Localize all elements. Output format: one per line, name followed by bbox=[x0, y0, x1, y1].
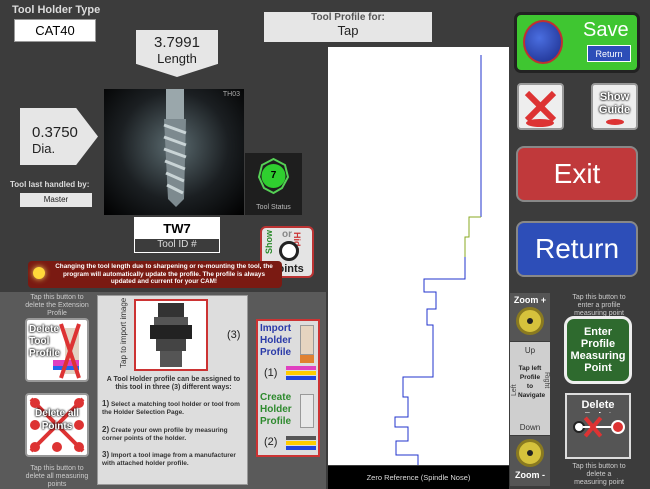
zoom-out-button[interactable]: Zoom - bbox=[510, 436, 550, 486]
create-holder-swatch bbox=[300, 394, 314, 428]
zero-reference-bar: Zero Reference (Spindle Nose) bbox=[328, 466, 509, 489]
tool-image[interactable]: TH03 bbox=[104, 89, 244, 215]
step-number: 2) bbox=[102, 425, 110, 434]
holder-stack-icon bbox=[286, 371, 316, 375]
holder-intro-text: A Tool Holder profile can be assigned to… bbox=[106, 376, 241, 391]
holder-stack-icon bbox=[286, 366, 316, 370]
return-button[interactable]: Return bbox=[516, 221, 638, 277]
zoom-in-button[interactable]: Zoom + bbox=[510, 293, 550, 341]
show-label: Show bbox=[264, 230, 274, 254]
save-button[interactable]: Save Return bbox=[514, 12, 640, 73]
holder-step-3: 3) Import a tool image from a manufactur… bbox=[102, 451, 245, 468]
zoom-in-icon bbox=[516, 307, 544, 335]
tap-tool-graphic bbox=[163, 89, 187, 207]
import-holder-number: (1) bbox=[264, 367, 278, 379]
diameter-value: 0.3750 bbox=[32, 124, 78, 141]
delete-all-points-hint: Tap this button to delete all measuring … bbox=[25, 465, 89, 488]
delete-point-top-label: Delete Point bbox=[581, 399, 615, 413]
holder-profile-swatch bbox=[300, 325, 314, 355]
show-guide-button[interactable]: Show Guide bbox=[591, 83, 638, 130]
navigation-pad[interactable]: Up Left Right Tap left Profile to Naviga… bbox=[510, 342, 550, 435]
length-label: Length bbox=[157, 51, 197, 66]
nav-center-label: Tap left Profile to Navigate bbox=[518, 365, 546, 399]
step-text: Create your own profile by measuring cor… bbox=[102, 427, 228, 442]
holder-image-button[interactable] bbox=[134, 299, 208, 371]
step-text: Import a tool image from a manufacturer … bbox=[102, 452, 236, 467]
delete-profile-hint: Tap this button to delete the Extension … bbox=[25, 294, 89, 317]
last-handled-heading: Tool last handled by: bbox=[10, 180, 90, 189]
option-number-3: (3) bbox=[227, 329, 241, 341]
show-guide-label: Show Guide bbox=[598, 91, 631, 116]
tool-status-label: Tool Status bbox=[256, 204, 291, 211]
holder-step-2: 2) Create your own profile by measuring … bbox=[102, 426, 245, 443]
or-label: or bbox=[282, 229, 292, 240]
tool-holder-heading: Tool Holder Type bbox=[12, 4, 101, 16]
step-text: Select a matching tool holder or tool fr… bbox=[102, 401, 240, 416]
profile-canvas[interactable] bbox=[328, 47, 509, 465]
tool-holder-value[interactable]: CAT40 bbox=[14, 19, 96, 42]
guide-icon bbox=[606, 119, 624, 125]
holder-step-1: 1) Select a matching tool holder or tool… bbox=[102, 400, 245, 417]
zoom-out-label: Zoom - bbox=[515, 470, 545, 480]
exit-button[interactable]: Exit bbox=[516, 146, 638, 202]
save-label: Save bbox=[583, 19, 629, 41]
delete-tool-profile-button[interactable]: Delete Tool Profile bbox=[25, 318, 89, 382]
save-disk-icon bbox=[523, 20, 563, 64]
holder-stack-icon bbox=[286, 446, 316, 450]
diameter-label: Dia. bbox=[32, 141, 56, 156]
notice-text: Changing the tool length due to sharpeni… bbox=[55, 263, 273, 286]
diameter-indicator[interactable]: 0.3750 Dia. bbox=[20, 108, 98, 165]
lightbulb-icon bbox=[33, 267, 45, 279]
zero-reference-label: Zero Reference (Spindle Nose) bbox=[366, 473, 471, 482]
create-holder-profile-button[interactable]: Create Holder Profile (2) bbox=[258, 390, 318, 454]
create-holder-label: Create Holder Profile bbox=[260, 392, 292, 427]
tool-id-value: TW7 bbox=[135, 218, 219, 239]
nav-left-label: Left bbox=[511, 384, 518, 396]
nav-up-label: Up bbox=[524, 346, 536, 355]
holder-stack-icon bbox=[286, 436, 316, 440]
enter-point-label: Enter Profile Measuring Point bbox=[570, 326, 626, 374]
enter-point-hint: Tap this button to enter a profile measu… bbox=[572, 294, 626, 317]
tool-id-label: Tool ID # bbox=[157, 239, 197, 250]
save-return-label: Return bbox=[587, 45, 631, 62]
enter-measuring-point-button[interactable]: Enter Profile Measuring Point bbox=[564, 316, 632, 384]
cancel-button[interactable] bbox=[517, 83, 564, 130]
last-handled-value: Master bbox=[20, 193, 92, 207]
points-toggle-icon bbox=[279, 241, 299, 261]
image-corner-code: TH03 bbox=[222, 91, 240, 98]
length-indicator[interactable]: 3.7991 Length bbox=[136, 30, 218, 77]
profile-for-heading: Tool Profile for: bbox=[311, 12, 385, 23]
delete-point-hint: Tap this button to delete a measuring po… bbox=[572, 463, 626, 486]
tool-status-number: 7 bbox=[270, 170, 277, 181]
profile-graph bbox=[394, 55, 482, 465]
delete-all-points-label: Delete all Points bbox=[35, 408, 79, 432]
create-holder-number: (2) bbox=[264, 436, 278, 448]
import-holder-label: Import Holder Profile bbox=[260, 323, 292, 358]
profile-for-box: Tool Profile for: Tap bbox=[264, 12, 432, 42]
step-number: 3) bbox=[102, 450, 110, 459]
zoom-out-icon bbox=[516, 439, 544, 467]
tool-id-box[interactable]: TW7 Tool ID # bbox=[134, 217, 220, 253]
zoom-in-label: Zoom + bbox=[513, 295, 547, 305]
delete-tool-profile-label: Delete Tool Profile bbox=[29, 324, 61, 359]
holder-stack-icon bbox=[286, 376, 316, 380]
notice-banner: Changing the tool length due to sharpeni… bbox=[28, 261, 282, 288]
import-holder-profile-button[interactable]: Import Holder Profile (1) bbox=[258, 321, 318, 385]
nav-right-label: Right bbox=[543, 372, 550, 389]
tool-status-panel[interactable]: 7 Tool Status bbox=[245, 153, 302, 215]
close-icon bbox=[524, 90, 557, 127]
profile-for-value: Tap bbox=[337, 23, 359, 38]
holder-stack-icon bbox=[286, 441, 316, 445]
delete-point-icon bbox=[573, 416, 625, 438]
holder-info-panel: Tap to import image (3) A Tool Holder pr… bbox=[97, 295, 248, 485]
nav-down-label: Down bbox=[519, 423, 541, 432]
delete-point-button[interactable]: Delete Point bbox=[565, 393, 631, 459]
tap-to-import-label: Tap to import image bbox=[119, 297, 128, 368]
step-number: 1) bbox=[102, 399, 110, 408]
delete-all-points-button[interactable]: Delete all Points bbox=[25, 393, 89, 457]
length-value: 3.7991 bbox=[154, 34, 200, 51]
holder-image-graphic bbox=[150, 303, 192, 367]
holder-profile-swatch bbox=[300, 355, 314, 363]
